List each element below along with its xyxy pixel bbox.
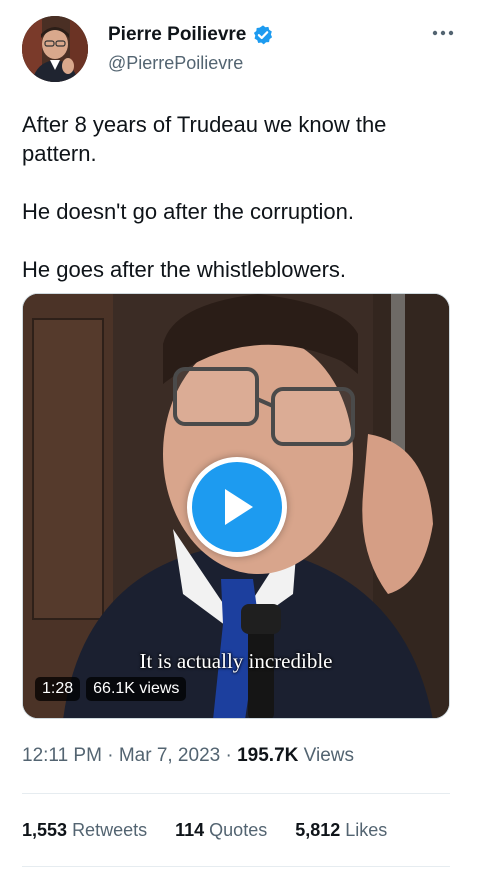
divider xyxy=(22,793,450,794)
tweet-date[interactable]: Mar 7, 2023 xyxy=(119,745,220,766)
tweet-header: Pierre Poilievre @PierrePoilievre xyxy=(22,16,458,88)
quotes-label: Quotes xyxy=(209,820,268,840)
separator: · xyxy=(225,745,232,766)
more-dots-icon[interactable] xyxy=(432,22,454,36)
play-icon xyxy=(225,489,253,525)
video-meta: 1:28 66.1K views xyxy=(35,677,187,701)
author-name[interactable]: Pierre Poilievre xyxy=(108,24,246,46)
author-handle[interactable]: @PierrePoilievre xyxy=(108,53,243,74)
retweets-count: 1,553 xyxy=(22,820,68,840)
likes-label: Likes xyxy=(345,820,388,840)
tweet-text: After 8 years of Trudeau we know the pat… xyxy=(22,110,452,313)
avatar[interactable] xyxy=(22,16,88,82)
divider xyxy=(22,866,450,867)
likes-stat[interactable]: 5,812 Likes xyxy=(295,820,387,841)
tweet-paragraph: He doesn't go after the corruption. xyxy=(22,199,354,224)
video-caption: It is actually incredible xyxy=(139,649,333,673)
views-count: 195.7K xyxy=(237,745,299,766)
video-duration: 1:28 xyxy=(35,677,81,701)
likes-count: 5,812 xyxy=(295,820,341,840)
separator: · xyxy=(107,745,114,766)
tweet-timestamp: 12:11 PM · Mar 7, 2023 · 195.7K Views xyxy=(22,745,354,767)
quotes-stat[interactable]: 114 Quotes xyxy=(175,820,267,841)
views-label: Views xyxy=(303,745,355,766)
verified-badge-icon xyxy=(254,25,273,45)
play-button[interactable] xyxy=(187,457,287,557)
author-name-row[interactable]: Pierre Poilievre xyxy=(108,24,274,46)
tweet-paragraph: After 8 years of Trudeau we know the pat… xyxy=(22,112,387,166)
retweets-label: Retweets xyxy=(72,820,148,840)
tweet-time[interactable]: 12:11 PM xyxy=(22,745,102,766)
retweets-stat[interactable]: 1,553 Retweets xyxy=(22,820,147,841)
engagement-stats: 1,553 Retweets 114 Quotes 5,812 Likes xyxy=(22,820,415,841)
video-views: 66.1K views xyxy=(86,677,187,701)
video-player[interactable]: It is actually incredible 1:28 66.1K vie… xyxy=(22,293,450,719)
tweet-paragraph: He goes after the whistleblowers. xyxy=(22,257,347,282)
quotes-count: 114 xyxy=(175,820,205,840)
